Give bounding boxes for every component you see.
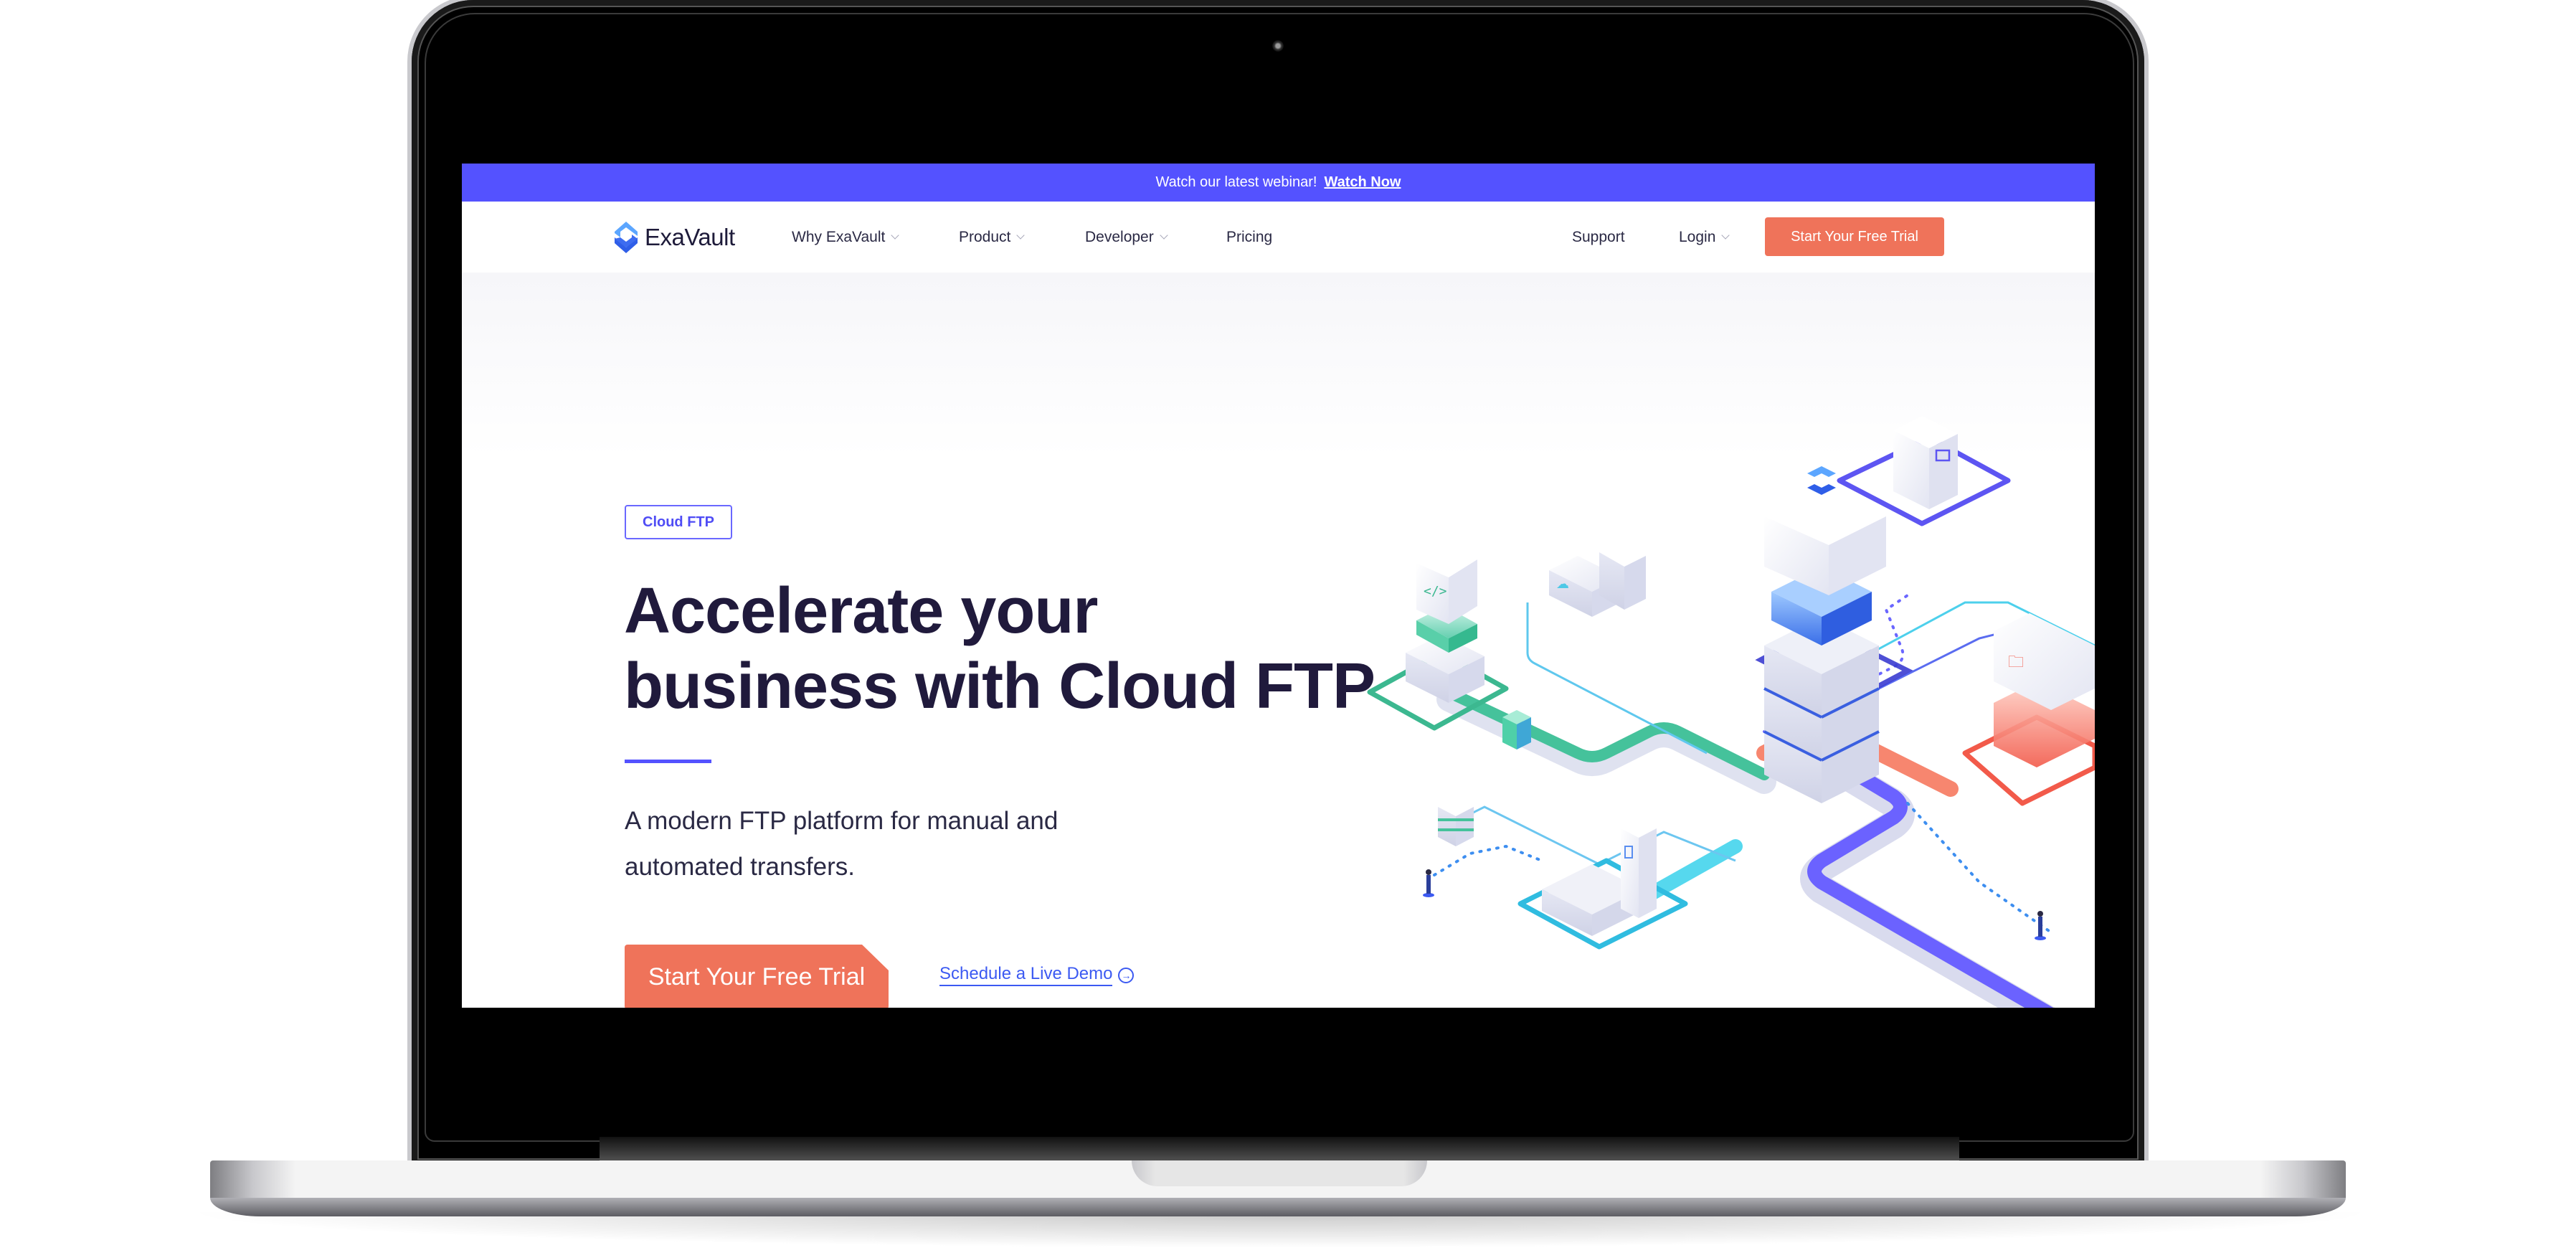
nav-item-label: Developer [1085, 228, 1154, 245]
small-stack-node [1438, 798, 1474, 846]
schedule-demo-link[interactable]: Schedule a Live Demo → [939, 964, 1135, 986]
code-server-node: </> [1406, 549, 1484, 703]
nav-pricing[interactable]: Pricing [1226, 202, 1272, 273]
nav-item-label: Login [1679, 228, 1716, 245]
nav-item-label: Why ExaVault [792, 228, 886, 245]
data-block-node [1502, 710, 1531, 750]
nav-start-trial-button[interactable]: Start Your Free Trial [1765, 217, 1944, 256]
banner-text: Watch our latest webinar! [1155, 174, 1317, 190]
arrow-right-circle-icon: → [1118, 967, 1135, 983]
hero-subtitle: A modern FTP platform for manual and aut… [625, 798, 1198, 890]
hero-headline: Accelerate your business with Cloud FTP [624, 574, 1375, 724]
cloud-node: ☁ [1549, 542, 1646, 617]
announcement-banner: Watch our latest webinar! Watch Now [462, 164, 2095, 202]
network-illustration: </> ☁ 🗀 [1367, 416, 2095, 1008]
code-icon: </> [1424, 584, 1447, 599]
chevron-down-icon [891, 231, 899, 240]
nav-item-label: Pricing [1226, 228, 1273, 245]
laptop-base-front [210, 1198, 2346, 1216]
person-figure-right [2035, 911, 2046, 940]
accent-divider [625, 760, 711, 763]
main-nav: ExaVault Why ExaVault Product Developer … [462, 202, 2095, 273]
exavault-logo-icon [1807, 466, 1836, 495]
exavault-logo-icon [615, 221, 638, 253]
folder-server-node: 🗀 [1962, 613, 2095, 806]
category-badge: Cloud FTP [625, 505, 732, 539]
nav-why-exavault[interactable]: Why ExaVault [792, 202, 899, 273]
laptop-notch [1132, 1160, 1427, 1186]
headline-line-1: Accelerate your [624, 575, 1098, 647]
chevron-down-icon [1160, 231, 1168, 240]
nav-item-label: Product [959, 228, 1011, 245]
hero-section: Cloud FTP Accelerate your business with … [462, 273, 2095, 1008]
schedule-demo-label: Schedule a Live Demo [939, 964, 1113, 986]
subtitle-line-2: automated transfers. [625, 853, 855, 881]
camera-icon [1272, 40, 1284, 52]
nav-support[interactable]: Support [1572, 202, 1625, 273]
exavault-logo[interactable]: ExaVault [613, 202, 735, 273]
headline-line-2: business with Cloud FTP [624, 651, 1375, 722]
person-figure-left [1423, 869, 1434, 897]
laptop-shadow [179, 1212, 2381, 1248]
nav-item-label: Support [1572, 228, 1625, 245]
start-free-trial-button[interactable]: Start Your Free Trial [625, 945, 889, 1008]
nav-developer[interactable]: Developer [1085, 202, 1168, 273]
chevron-down-icon [1721, 231, 1730, 240]
logo-text: ExaVault [645, 223, 735, 250]
cloud-icon: ☁ [1556, 577, 1569, 591]
nav-product[interactable]: Product [959, 202, 1026, 273]
chevron-down-icon [1016, 231, 1026, 240]
laptop-hinge [600, 1137, 1959, 1163]
watch-now-link[interactable]: Watch Now [1324, 174, 1401, 191]
nav-login[interactable]: Login [1679, 202, 1730, 273]
pipeline-purple-base [1800, 746, 2055, 1008]
laptop-screen: Watch our latest webinar! Watch Now ExaV… [462, 164, 2095, 1008]
subtitle-line-1: A modern FTP platform for manual and [625, 807, 1059, 835]
folder-icon: 🗀 [2008, 653, 2024, 671]
